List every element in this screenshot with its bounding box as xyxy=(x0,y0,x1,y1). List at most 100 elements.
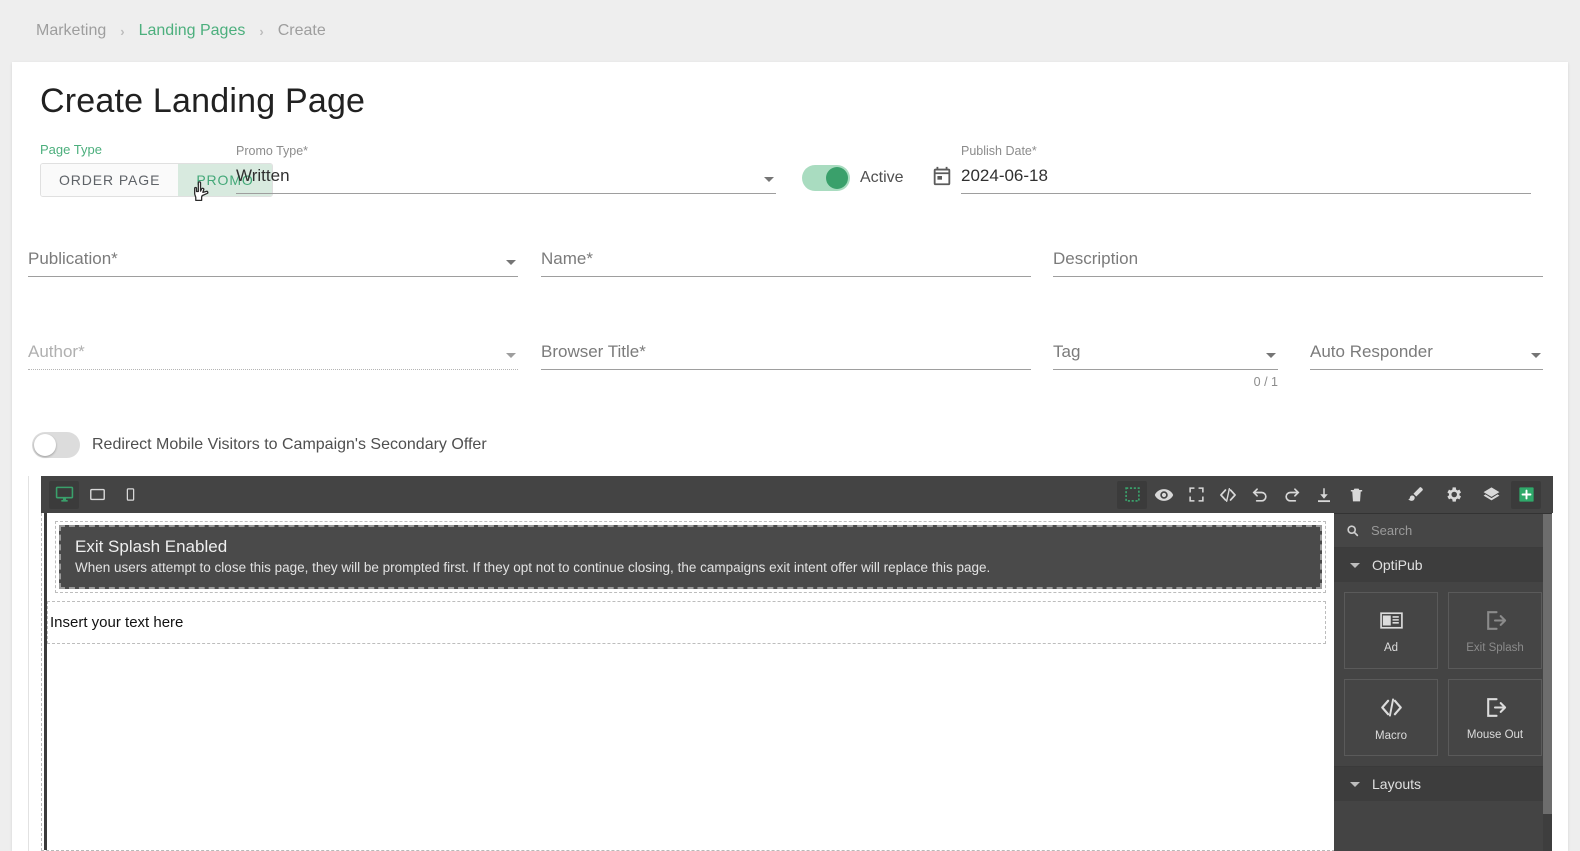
field-underline xyxy=(1053,276,1543,277)
editor-canvas[interactable]: Exit Splash Enabled When users attempt t… xyxy=(41,513,1335,851)
preview-eye-icon[interactable] xyxy=(1149,481,1179,509)
block-label: Ad xyxy=(1383,641,1399,654)
promo-type-label: Promo Type* xyxy=(236,144,309,158)
tag-label: Tag xyxy=(1053,342,1081,361)
block-label: Exit Splash xyxy=(1466,641,1524,654)
field-publication[interactable]: Publication* xyxy=(28,237,518,277)
page-type-option-order-page[interactable]: ORDER PAGE xyxy=(41,164,179,196)
field-tag[interactable]: Tag 0 / 1 xyxy=(1053,330,1278,389)
active-toggle-label: Active xyxy=(860,169,904,186)
auto-responder-label: Auto Responder xyxy=(1310,342,1433,361)
field-underline-disabled xyxy=(28,369,518,370)
exit-splash-title: Exit Splash Enabled xyxy=(75,537,228,556)
exit-icon xyxy=(1486,697,1506,717)
create-landing-page-card: Create Landing Page Page Type ORDER PAGE… xyxy=(12,62,1568,851)
fullscreen-icon[interactable] xyxy=(1181,481,1211,509)
mobile-icon[interactable] xyxy=(115,481,145,509)
chevron-down-icon[interactable] xyxy=(506,260,516,265)
desktop-icon[interactable] xyxy=(49,480,79,509)
blocks-grid-optipub: Ad Exit Splash Macro Mouse Out xyxy=(1334,582,1552,767)
tag-counter: 0 / 1 xyxy=(1253,375,1278,389)
field-name[interactable]: Name* xyxy=(541,237,1031,277)
block-label: Macro xyxy=(1375,729,1407,742)
blocks-search-input[interactable] xyxy=(1369,522,1529,539)
field-browser-title[interactable]: Browser Title* xyxy=(541,330,1031,370)
scrollbar-thumb[interactable] xyxy=(1543,514,1552,814)
blocks-search-row[interactable] xyxy=(1334,514,1552,548)
publish-date-value: 2024-06-18 xyxy=(961,166,1048,185)
field-underline xyxy=(1310,369,1543,370)
calendar-icon[interactable] xyxy=(931,165,953,187)
chevron-down-icon[interactable] xyxy=(1531,353,1541,358)
name-label: Name* xyxy=(541,249,593,268)
trash-icon[interactable] xyxy=(1341,481,1371,509)
breadcrumb-separator: › xyxy=(259,23,264,39)
breadcrumb-item-landing-pages[interactable]: Landing Pages xyxy=(139,22,246,40)
toggle-knob xyxy=(34,434,56,456)
blocks-category-layouts[interactable]: Layouts xyxy=(1334,767,1552,801)
canvas-text-block-content[interactable]: Insert your text here xyxy=(50,614,183,631)
chevron-down-icon xyxy=(506,353,516,358)
code-icon[interactable] xyxy=(1213,481,1243,509)
publication-label: Publication* xyxy=(28,249,118,268)
blocks-category-label: OptiPub xyxy=(1372,557,1423,573)
blocks-panel-scrollbar[interactable] xyxy=(1543,514,1552,851)
breadcrumb-separator: › xyxy=(120,23,125,39)
page-type-label: Page Type xyxy=(40,142,102,157)
chevron-down-icon xyxy=(1350,562,1360,568)
ad-icon xyxy=(1379,611,1403,629)
editor-tool-buttons xyxy=(1117,480,1553,509)
exit-splash-description: When users attempt to close this page, t… xyxy=(75,560,991,575)
breadcrumb: Marketing › Landing Pages › Create xyxy=(0,0,1580,62)
description-label: Description xyxy=(1053,249,1139,268)
author-label: Author* xyxy=(28,342,85,361)
redo-icon[interactable] xyxy=(1277,481,1307,509)
import-icon[interactable] xyxy=(1309,481,1339,509)
block-mouse-out[interactable]: Mouse Out xyxy=(1448,679,1542,756)
canvas-text-block[interactable]: Insert your text here xyxy=(47,601,1326,644)
tablet-icon[interactable] xyxy=(82,481,112,509)
canvas-row-exit-splash[interactable]: Exit Splash Enabled When users attempt t… xyxy=(55,521,1326,593)
page-title: Create Landing Page xyxy=(40,82,366,120)
redirect-mobile-toggle[interactable] xyxy=(32,432,80,458)
publish-date-label: Publish Date* xyxy=(961,144,1037,158)
canvas-body: Exit Splash Enabled When users attempt t… xyxy=(44,513,1334,850)
search-icon xyxy=(1346,524,1359,537)
toggle-knob xyxy=(826,167,848,189)
promo-type-value: Written xyxy=(236,166,290,185)
chevron-down-icon[interactable] xyxy=(764,177,774,182)
paint-brush-icon[interactable] xyxy=(1397,481,1433,509)
code-icon xyxy=(1380,697,1402,717)
block-label: Mouse Out xyxy=(1466,728,1524,741)
block-exit-splash: Exit Splash xyxy=(1448,592,1542,669)
breadcrumb-item-marketing[interactable]: Marketing xyxy=(36,22,106,40)
field-underline xyxy=(541,369,1031,370)
active-toggle[interactable] xyxy=(802,165,850,191)
browser-title-label: Browser Title* xyxy=(541,342,646,361)
chevron-down-icon xyxy=(1350,781,1360,787)
exit-icon xyxy=(1486,610,1506,630)
field-description[interactable]: Description xyxy=(1053,237,1543,277)
field-underline xyxy=(541,276,1031,277)
field-underline xyxy=(236,193,776,194)
field-publish-date[interactable]: Publish Date* 2024-06-18 xyxy=(961,144,1531,194)
blocks-panel: OptiPub Ad Exit Splash xyxy=(1334,513,1552,851)
borders-icon[interactable] xyxy=(1117,480,1147,509)
add-blocks-icon[interactable] xyxy=(1511,480,1541,509)
editor-toolbar xyxy=(41,476,1553,513)
layers-icon[interactable] xyxy=(1473,481,1509,509)
device-switcher xyxy=(41,480,145,509)
blocks-category-label: Layouts xyxy=(1372,776,1422,792)
field-author[interactable]: Author* xyxy=(28,330,518,370)
gear-icon[interactable] xyxy=(1435,481,1471,509)
field-underline xyxy=(1053,369,1278,370)
field-promo-type[interactable]: Promo Type* Written xyxy=(236,144,776,194)
page-editor: Exit Splash Enabled When users attempt t… xyxy=(28,476,1553,851)
block-ad[interactable]: Ad xyxy=(1344,592,1438,669)
exit-splash-block[interactable]: Exit Splash Enabled When users attempt t… xyxy=(59,525,1322,589)
chevron-down-icon[interactable] xyxy=(1266,353,1276,358)
block-macro[interactable]: Macro xyxy=(1344,679,1438,756)
field-auto-responder[interactable]: Auto Responder xyxy=(1310,330,1543,370)
undo-icon[interactable] xyxy=(1245,481,1275,509)
blocks-category-optipub[interactable]: OptiPub xyxy=(1334,548,1552,582)
